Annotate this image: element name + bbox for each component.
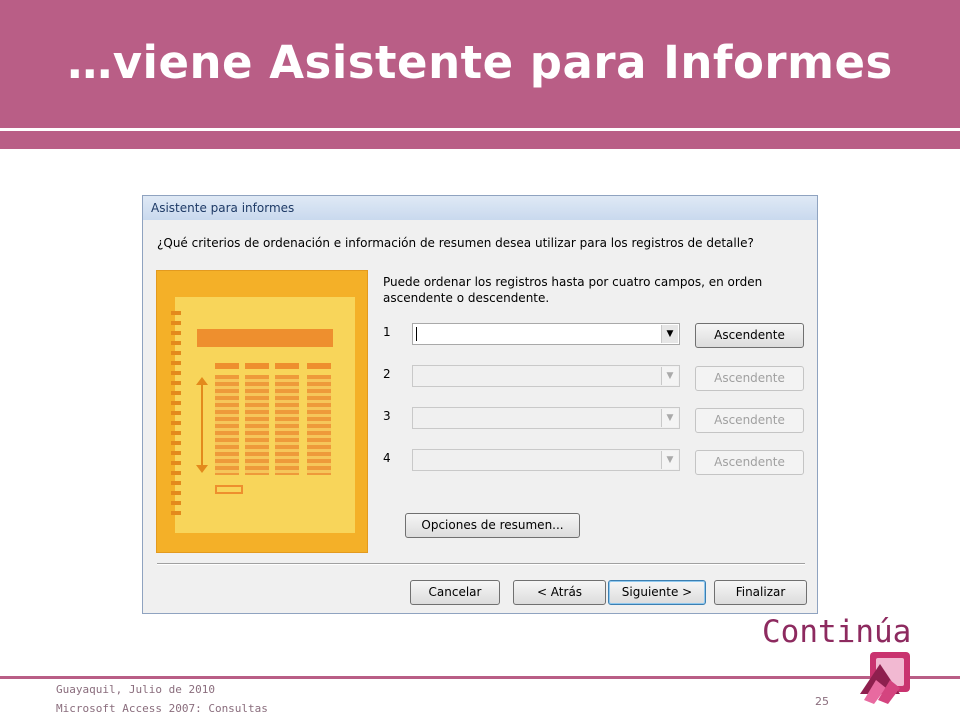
sort-row-3-number: 3 [383, 409, 391, 423]
illustration-header [197, 329, 333, 347]
next-button[interactable]: Siguiente > [608, 580, 706, 605]
footer-course-name: Microsoft Access 2007: Consultas [56, 702, 268, 715]
dialog-separator [157, 563, 805, 565]
sort-field-3-combo[interactable]: ▼ [412, 407, 680, 429]
dialog-question: ¿Qué criterios de ordenación e informaci… [157, 236, 754, 250]
illustration-footer [215, 485, 243, 494]
sort-row-4-number: 4 [383, 451, 391, 465]
dropdown-arrow-icon[interactable]: ▼ [661, 367, 678, 385]
access-logo-icon [860, 652, 910, 704]
dropdown-arrow-icon[interactable]: ▼ [661, 451, 678, 469]
sort-row-1-number: 1 [383, 325, 391, 339]
summary-options-button[interactable]: Opciones de resumen... [405, 513, 580, 538]
dialog-title: Asistente para informes [143, 196, 817, 220]
sort-row-2-number: 2 [383, 367, 391, 381]
sort-field-2-combo[interactable]: ▼ [412, 365, 680, 387]
sort-order-3-button[interactable]: Ascendente [695, 408, 804, 433]
dropdown-arrow-icon[interactable]: ▼ [661, 325, 678, 343]
sort-instructions: Puede ordenar los registros hasta por cu… [383, 275, 763, 305]
sort-order-4-button[interactable]: Ascendente [695, 450, 804, 475]
title-banner-stripe [0, 131, 960, 149]
sort-order-1-button[interactable]: Ascendente [695, 323, 804, 348]
report-wizard-dialog: Asistente para informes ¿Qué criterios d… [142, 195, 818, 614]
text-cursor [416, 327, 417, 341]
back-button[interactable]: < Atrás [513, 580, 606, 605]
cancel-button[interactable]: Cancelar [410, 580, 500, 605]
sort-field-1-combo[interactable]: ▼ [412, 323, 680, 345]
footer-divider [0, 676, 960, 679]
footer-location-date: Guayaquil, Julio de 2010 [56, 683, 215, 696]
report-illustration [156, 270, 368, 553]
sort-arrow-icon [196, 377, 208, 473]
sort-field-4-combo[interactable]: ▼ [412, 449, 680, 471]
slide-title: …viene Asistente para Informes [67, 36, 893, 89]
sort-order-2-button[interactable]: Ascendente [695, 366, 804, 391]
dropdown-arrow-icon[interactable]: ▼ [661, 409, 678, 427]
finish-button[interactable]: Finalizar [714, 580, 807, 605]
continue-link[interactable]: Continúa [762, 614, 911, 650]
page-number: 25 [815, 695, 829, 708]
